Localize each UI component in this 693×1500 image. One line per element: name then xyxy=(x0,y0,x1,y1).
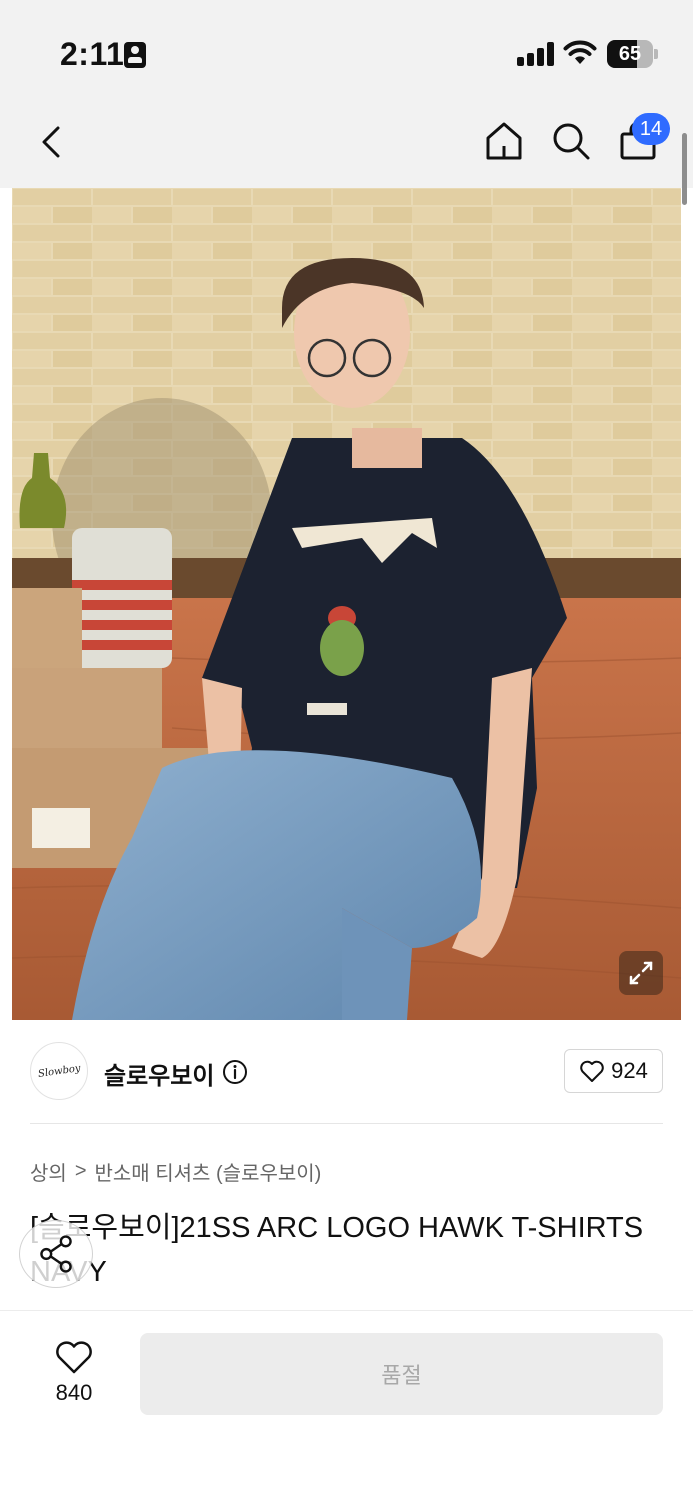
brand-logo-text: Slowboy xyxy=(37,1062,81,1080)
breadcrumb-category[interactable]: 상의 xyxy=(30,1157,67,1186)
expand-icon[interactable] xyxy=(619,951,663,995)
info-icon[interactable] xyxy=(222,1059,248,1085)
cellular-signal-icon xyxy=(517,42,555,66)
heart-icon xyxy=(580,1060,604,1082)
contact-card-icon xyxy=(124,42,146,68)
status-time: 2:11 xyxy=(60,36,125,72)
share-icon[interactable] xyxy=(19,1220,93,1288)
product-photo xyxy=(12,188,681,1020)
status-bar: 2:11 65 xyxy=(0,0,693,100)
brand-like-count: 924 xyxy=(611,1058,648,1083)
search-icon[interactable] xyxy=(550,120,592,162)
battery-icon: 65 xyxy=(607,40,658,68)
product-title: [슬로우보이]21SS ARC LOGO HAWK T-SHIRTS NAVY xyxy=(30,1212,644,1288)
sold-out-button[interactable]: 품절 xyxy=(140,1333,663,1415)
breadcrumb: 상의 > 반소매 티셔츠 (슬로우보이) xyxy=(30,1157,321,1186)
cart-count-badge[interactable]: 14 xyxy=(632,113,670,145)
top-nav-bar xyxy=(0,100,693,188)
breadcrumb-subcategory[interactable]: 반소매 티셔츠 (슬로우보이) xyxy=(95,1157,322,1186)
brand-logo[interactable]: Slowboy xyxy=(30,1042,88,1100)
product-image[interactable] xyxy=(12,188,681,1020)
brand-like-button[interactable]: 924 xyxy=(564,1049,663,1093)
wifi-icon xyxy=(563,40,597,64)
scrollbar[interactable] xyxy=(682,133,687,205)
home-icon[interactable] xyxy=(484,120,524,162)
divider xyxy=(30,1123,663,1124)
battery-level-text: 65 xyxy=(618,43,642,65)
wishlist-count: 840 xyxy=(55,1380,93,1405)
breadcrumb-separator: > xyxy=(74,1160,87,1182)
back-arrow-icon[interactable] xyxy=(36,122,70,162)
brand-name[interactable]: 슬로우보이 xyxy=(104,1056,214,1091)
